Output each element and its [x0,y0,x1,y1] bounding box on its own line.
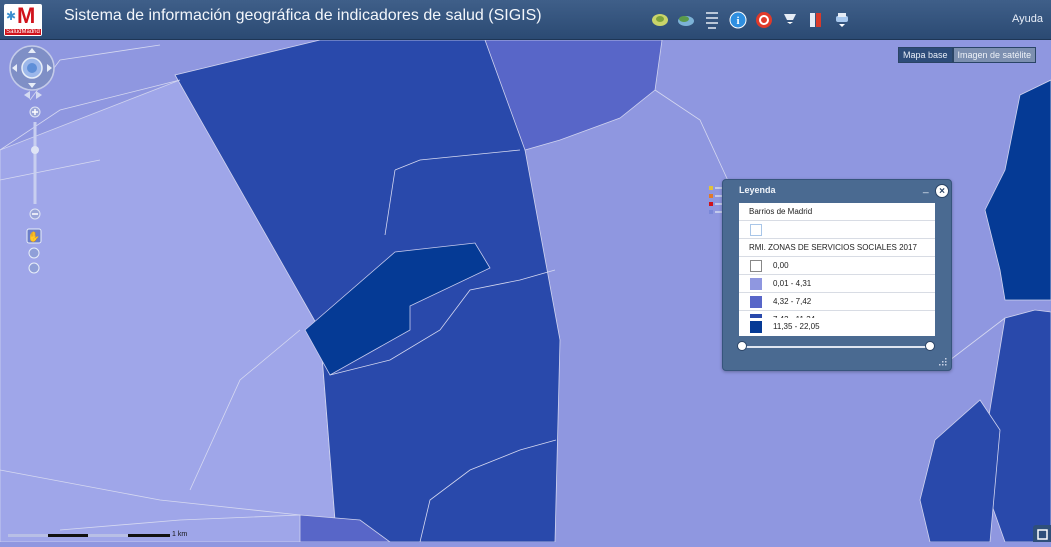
legend-close-button[interactable]: × [935,184,949,198]
print-icon[interactable] [832,10,852,30]
legend-panel[interactable]: Leyenda _ × Barrios de Madrid RMI. ZONAS… [722,179,952,371]
legend-layer-row: RMI. ZONAS DE SERVICIOS SOCIALES 2017 [739,239,935,257]
scale-bar [8,534,170,537]
info-icon[interactable]: i [728,10,748,30]
book-icon[interactable] [806,10,826,30]
legend-class-label: 11,35 - 22,05 [773,322,820,331]
legend-body: Barrios de Madrid RMI. ZONAS DE SERVICIO… [739,203,935,334]
satellite-button[interactable]: Imagen de satélite [952,47,1037,63]
logo-letter: M [17,3,36,28]
overview-map-button[interactable] [1033,525,1051,542]
legend-swatch [750,260,762,272]
app-title: Sistema de información geográfica de ind… [64,7,542,24]
legend-class-row: 0,00 [739,257,935,275]
legend-class-label: 0,00 [773,261,789,270]
svg-text:✋: ✋ [28,230,40,243]
legend-class-row: 11,35 - 22,05 [739,318,935,336]
resize-grip-icon[interactable] [939,358,947,366]
opacity-slider-min-knob[interactable] [737,341,747,351]
opacity-slider-max-knob[interactable] [925,341,935,351]
help-link[interactable]: Ayuda [1012,13,1043,25]
scale-label: 1 km [172,531,188,538]
legend-layer-name: RMI. ZONAS DE SERVICIOS SOCIALES 2017 [749,243,917,252]
logo-subtitle: SaludMadrid [5,29,41,35]
base-map-button[interactable]: Mapa base [898,47,953,63]
legend-swatch [750,278,762,290]
map-tools[interactable]: ✋ [26,228,42,278]
svg-text:i: i [736,15,739,27]
legend-swatch [750,224,762,236]
base-map-icon[interactable] [676,10,696,30]
legend-swatch [750,321,762,333]
map-layers-icon[interactable] [650,10,670,30]
tools-icon[interactable] [780,10,800,30]
legend-layer-symbol-row [739,221,935,239]
legend-title: Leyenda [739,185,776,195]
list-icon[interactable] [702,10,722,30]
target-icon[interactable] [754,10,774,30]
base-layer-toggle: Mapa base Imagen de satélite [898,47,1037,63]
legend-swatch [750,296,762,308]
opacity-slider-track[interactable] [743,346,933,348]
app-header: ✱ M SaludMadrid Sistema de información g… [0,0,1051,40]
legend-layer-row: Barrios de Madrid [739,203,935,221]
legend-class-label: 0,01 - 4,31 [773,279,812,288]
zoom-slider[interactable] [26,104,44,226]
logo-star-icon: ✱ [6,9,17,23]
legend-minimize-button[interactable]: _ [923,183,929,194]
pan-control[interactable] [8,44,56,92]
history-nav-icon[interactable] [22,90,44,100]
legend-class-row: 0,01 - 4,31 [739,275,935,293]
toolbar: i [650,8,852,32]
legend-class-row: 4,32 - 7,42 [739,293,935,311]
legend-class-label: 4,32 - 7,42 [773,297,812,306]
legend-layer-name: Barrios de Madrid [749,207,813,216]
salud-madrid-logo[interactable]: ✱ M SaludMadrid [4,3,42,36]
